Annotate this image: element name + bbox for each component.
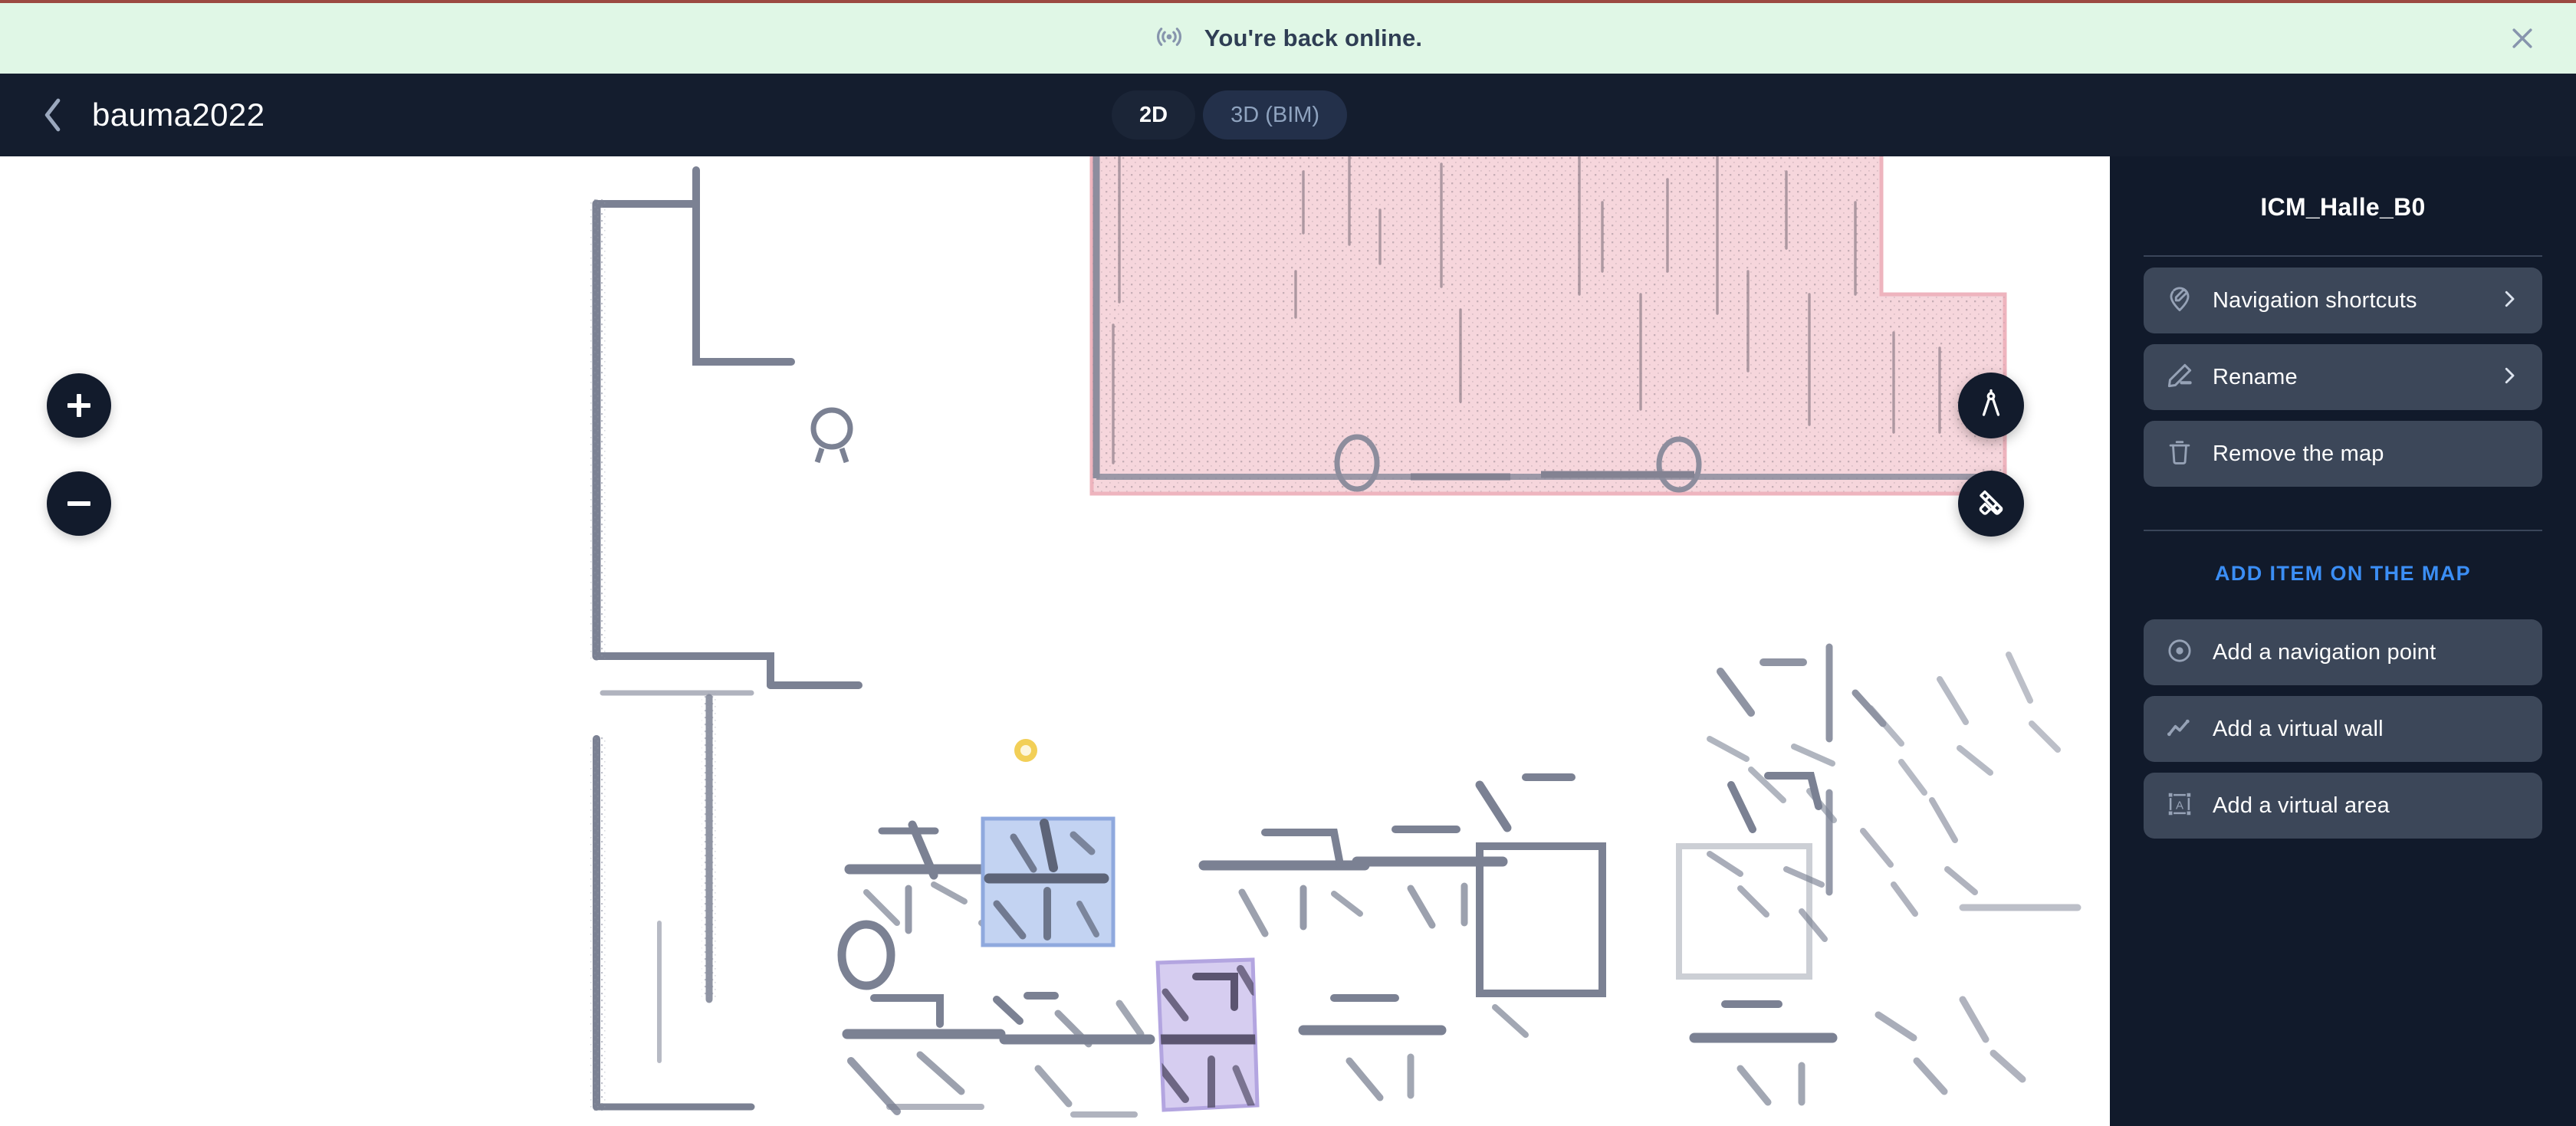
- map-zoom-controls: [47, 373, 111, 570]
- panel-spacer: [2144, 487, 2542, 530]
- panel-item-label: Add a navigation point: [2213, 639, 2436, 665]
- map-pointcloud: [0, 156, 2110, 1126]
- compass-divider-icon: [1975, 388, 2007, 424]
- tab-3d-bim[interactable]: 3D (BIM): [1203, 90, 1348, 140]
- draw-tool-button[interactable]: [1958, 471, 2024, 537]
- polyline-icon: [2165, 713, 2194, 746]
- panel-item-remove-map[interactable]: Remove the map: [2144, 421, 2542, 487]
- minus-icon: [67, 492, 90, 515]
- panel-item-navigation-shortcuts[interactable]: Navigation shortcuts: [2144, 268, 2542, 333]
- bounding-box-a-icon: A: [2165, 790, 2194, 822]
- measure-tool-button[interactable]: [1958, 373, 2024, 438]
- navigation-point-marker: [1014, 739, 1037, 762]
- back-button[interactable]: [40, 97, 66, 133]
- panel-item-label: Navigation shortcuts: [2213, 287, 2417, 313]
- target-dot-icon: [2165, 636, 2194, 669]
- banner-message: You're back online.: [1204, 25, 1423, 51]
- panel-item-label: Add a virtual area: [2213, 793, 2390, 818]
- tab-2d[interactable]: 2D: [1112, 90, 1196, 140]
- page-title: bauma2022: [92, 97, 265, 133]
- panel-divider-top: [2144, 255, 2542, 257]
- panel-item-rename[interactable]: Rename: [2144, 344, 2542, 410]
- app-header: bauma2022 2D 3D (BIM): [0, 74, 2576, 156]
- map-canvas[interactable]: [0, 156, 2110, 1126]
- chevron-right-icon[interactable]: [2498, 287, 2521, 314]
- panel-item-label: Remove the map: [2213, 441, 2384, 466]
- ruler-pencil-icon: [1975, 486, 2007, 522]
- panel-item-label: Rename: [2213, 364, 2298, 389]
- map-pin-edit-icon: [2165, 284, 2194, 317]
- trash-icon: [2165, 438, 2194, 471]
- virtual-area-blue: [981, 816, 1116, 947]
- panel-item-add-virtual-area[interactable]: A Add a virtual area: [2144, 773, 2542, 839]
- view-mode-toggle: 2D 3D (BIM): [1112, 90, 1348, 140]
- map-tool-buttons: [1958, 373, 2024, 569]
- online-status-banner: You're back online.: [0, 0, 2576, 74]
- panel-item-add-virtual-wall[interactable]: Add a virtual wall: [2144, 696, 2542, 762]
- zoom-out-button[interactable]: [47, 471, 111, 536]
- chevron-right-icon[interactable]: [2498, 364, 2521, 391]
- zoom-in-button[interactable]: [47, 373, 111, 438]
- panel-item-label: Add a virtual wall: [2213, 716, 2384, 741]
- virtual-area-purple: [1155, 957, 1260, 1112]
- virtual-area-restricted-top: [1089, 156, 2007, 496]
- panel-item-add-navigation-point[interactable]: Add a navigation point: [2144, 619, 2542, 685]
- pencil-icon: [2165, 361, 2194, 394]
- map-detail-panel: ICM_Halle_B0 Navigation shortcuts Rename: [2110, 156, 2576, 1126]
- banner-close-button[interactable]: [2504, 20, 2541, 57]
- plus-icon: [67, 394, 90, 417]
- svg-text:A: A: [2176, 799, 2183, 812]
- panel-title: ICM_Halle_B0: [2260, 193, 2426, 221]
- add-item-section-label: ADD ITEM ON THE MAP: [2214, 562, 2472, 585]
- broadcast-icon: [1154, 21, 1184, 56]
